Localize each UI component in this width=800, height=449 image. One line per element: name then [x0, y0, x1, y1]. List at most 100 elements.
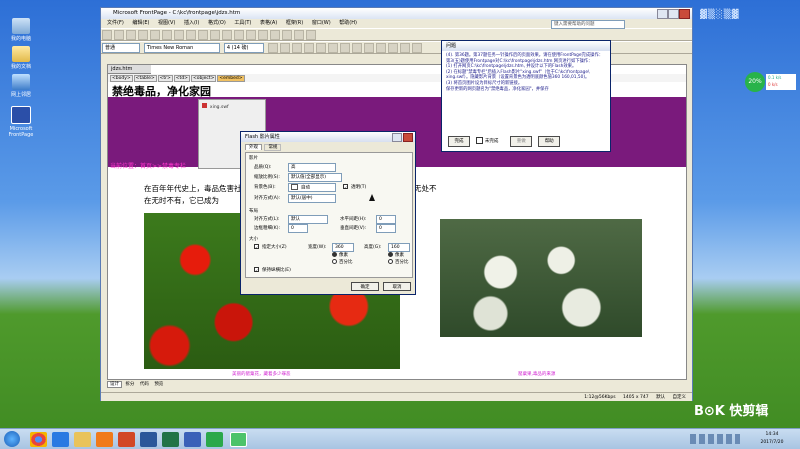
close-button[interactable] [679, 9, 690, 19]
desktop-icon-computer[interactable]: 我的电脑 [4, 18, 38, 42]
chrome-icon[interactable] [30, 432, 47, 447]
numbering-icon[interactable] [351, 43, 362, 53]
transparent-checkbox[interactable]: ✓ [343, 184, 348, 190]
show-all-icon[interactable] [294, 30, 304, 40]
menu-insert[interactable]: 插入(I) [184, 20, 199, 26]
undo-icon[interactable] [210, 30, 220, 40]
height-unit-percent-radio[interactable] [388, 259, 393, 264]
menu-window[interactable]: 窗口(W) [312, 20, 331, 26]
frontpage-task-icon[interactable] [184, 432, 201, 447]
redo-icon[interactable] [222, 30, 232, 40]
italic-icon[interactable] [279, 43, 290, 53]
background-color-select[interactable]: 自动 [288, 183, 336, 192]
network-speed-widget[interactable]: 20% [745, 72, 765, 92]
size-select[interactable]: 4 (14 磅) [223, 43, 264, 53]
new-icon[interactable] [102, 30, 112, 40]
help-icon[interactable] [306, 30, 316, 40]
font-color-icon[interactable] [411, 43, 422, 53]
menu-tools[interactable]: 工具(T) [234, 20, 251, 26]
height-input[interactable]: 160 [388, 243, 410, 252]
dialog-close-icon[interactable] [403, 133, 413, 142]
menu-help[interactable]: 帮助(H) [339, 20, 357, 26]
powerpoint-icon[interactable] [118, 432, 135, 447]
view-tab-code[interactable]: 代码 [138, 382, 151, 387]
tab-general[interactable]: 常规 [264, 144, 282, 151]
highlight-icon[interactable] [399, 43, 410, 53]
done-button[interactable]: 完成 [448, 136, 470, 147]
align-center-icon[interactable] [315, 43, 326, 53]
font-select[interactable]: Times New Roman [143, 43, 220, 53]
copy-icon[interactable] [186, 30, 196, 40]
width-input[interactable]: 360 [332, 243, 354, 252]
dialog-help-icon[interactable] [392, 133, 402, 142]
align-right-icon[interactable] [327, 43, 338, 53]
outdent-icon[interactable] [387, 43, 398, 53]
file-explorer-icon[interactable] [74, 432, 91, 447]
refresh-icon[interactable] [270, 30, 280, 40]
help-button[interactable]: 帮助 [538, 136, 561, 147]
save-icon[interactable] [126, 30, 136, 40]
hspace-input[interactable]: 0 [376, 215, 396, 224]
underline-icon[interactable] [291, 43, 302, 53]
cancel-button[interactable]: 取消 [383, 282, 411, 291]
desktop-icon-frontpage[interactable]: Microsoft FrontPage [4, 106, 38, 138]
tag-object[interactable]: <object> [190, 75, 217, 82]
bullets-icon[interactable] [363, 43, 374, 53]
float-select[interactable]: 默认 [288, 215, 328, 224]
style-select[interactable]: 普通 [102, 43, 140, 53]
help-search-input[interactable]: 键入需要帮助的问题 [551, 20, 625, 29]
document-tab[interactable]: jdzs.htm [108, 65, 151, 74]
stop-icon[interactable] [282, 30, 292, 40]
cut-icon[interactable] [174, 30, 184, 40]
camtasia-recorder-icon[interactable] [230, 432, 247, 447]
redo-button[interactable]: 重做 [510, 136, 533, 147]
border-input[interactable]: 0 [288, 224, 308, 233]
justify-icon[interactable] [339, 43, 350, 53]
tag-embed[interactable]: <embed> [217, 75, 245, 82]
tab-appearance[interactable]: 外观 [245, 144, 262, 150]
internet-explorer-icon[interactable] [52, 432, 69, 447]
media-player-icon[interactable] [96, 432, 113, 447]
excel-icon[interactable] [162, 432, 179, 447]
tag-td[interactable]: <td> [173, 75, 190, 82]
open-icon[interactable] [114, 30, 124, 40]
tag-tr[interactable]: <tr> [157, 75, 173, 82]
menu-file[interactable]: 文件(F) [107, 20, 124, 26]
quality-select[interactable]: 高 [288, 163, 336, 172]
desktop-icon-network[interactable]: 网上邻居 [4, 74, 38, 98]
menu-frames[interactable]: 框架(R) [286, 20, 303, 26]
paste-icon[interactable] [198, 30, 208, 40]
start-button[interactable] [4, 431, 20, 447]
clock[interactable]: 14:34 2017/7/20 [752, 431, 792, 447]
width-unit-percent-radio[interactable] [332, 259, 337, 264]
specify-size-checkbox[interactable]: ✓ [254, 244, 259, 250]
poppy-pods-image[interactable] [440, 219, 642, 337]
menu-view[interactable]: 视图(V) [158, 20, 175, 26]
desktop-icon-documents[interactable]: 我的文档 [4, 46, 38, 70]
spell-icon[interactable] [162, 30, 172, 40]
maximize-button[interactable] [668, 9, 679, 19]
keep-ratio-checkbox[interactable]: ✓ [254, 267, 259, 273]
hyperlink-icon[interactable] [258, 30, 268, 40]
scale-select[interactable]: 默认值(全部显示) [288, 173, 342, 182]
print-icon[interactable] [138, 30, 148, 40]
word-icon[interactable] [140, 432, 157, 447]
height-unit-pixels-radio[interactable] [388, 252, 393, 257]
tag-body[interactable]: <body> [110, 75, 133, 82]
align-left-icon[interactable] [303, 43, 314, 53]
image-icon[interactable] [246, 30, 256, 40]
bold-icon[interactable] [267, 43, 278, 53]
camtasia-icon[interactable] [206, 432, 223, 447]
minimize-button[interactable] [657, 9, 668, 19]
view-tab-preview[interactable]: 预览 [152, 382, 165, 387]
vspace-input[interactable]: 0 [376, 224, 396, 233]
view-tab-design[interactable]: 设计 [107, 381, 122, 388]
not-done-checkbox[interactable] [475, 137, 483, 144]
width-unit-pixels-radio[interactable] [332, 252, 337, 257]
menu-format[interactable]: 格式(O) [208, 20, 226, 26]
tag-table[interactable]: <table> [133, 75, 157, 82]
align-select[interactable]: 默认(居中) [288, 194, 336, 203]
tray-icons[interactable] [690, 434, 740, 444]
menu-table[interactable]: 表格(A) [260, 20, 277, 26]
table-icon[interactable] [234, 30, 244, 40]
